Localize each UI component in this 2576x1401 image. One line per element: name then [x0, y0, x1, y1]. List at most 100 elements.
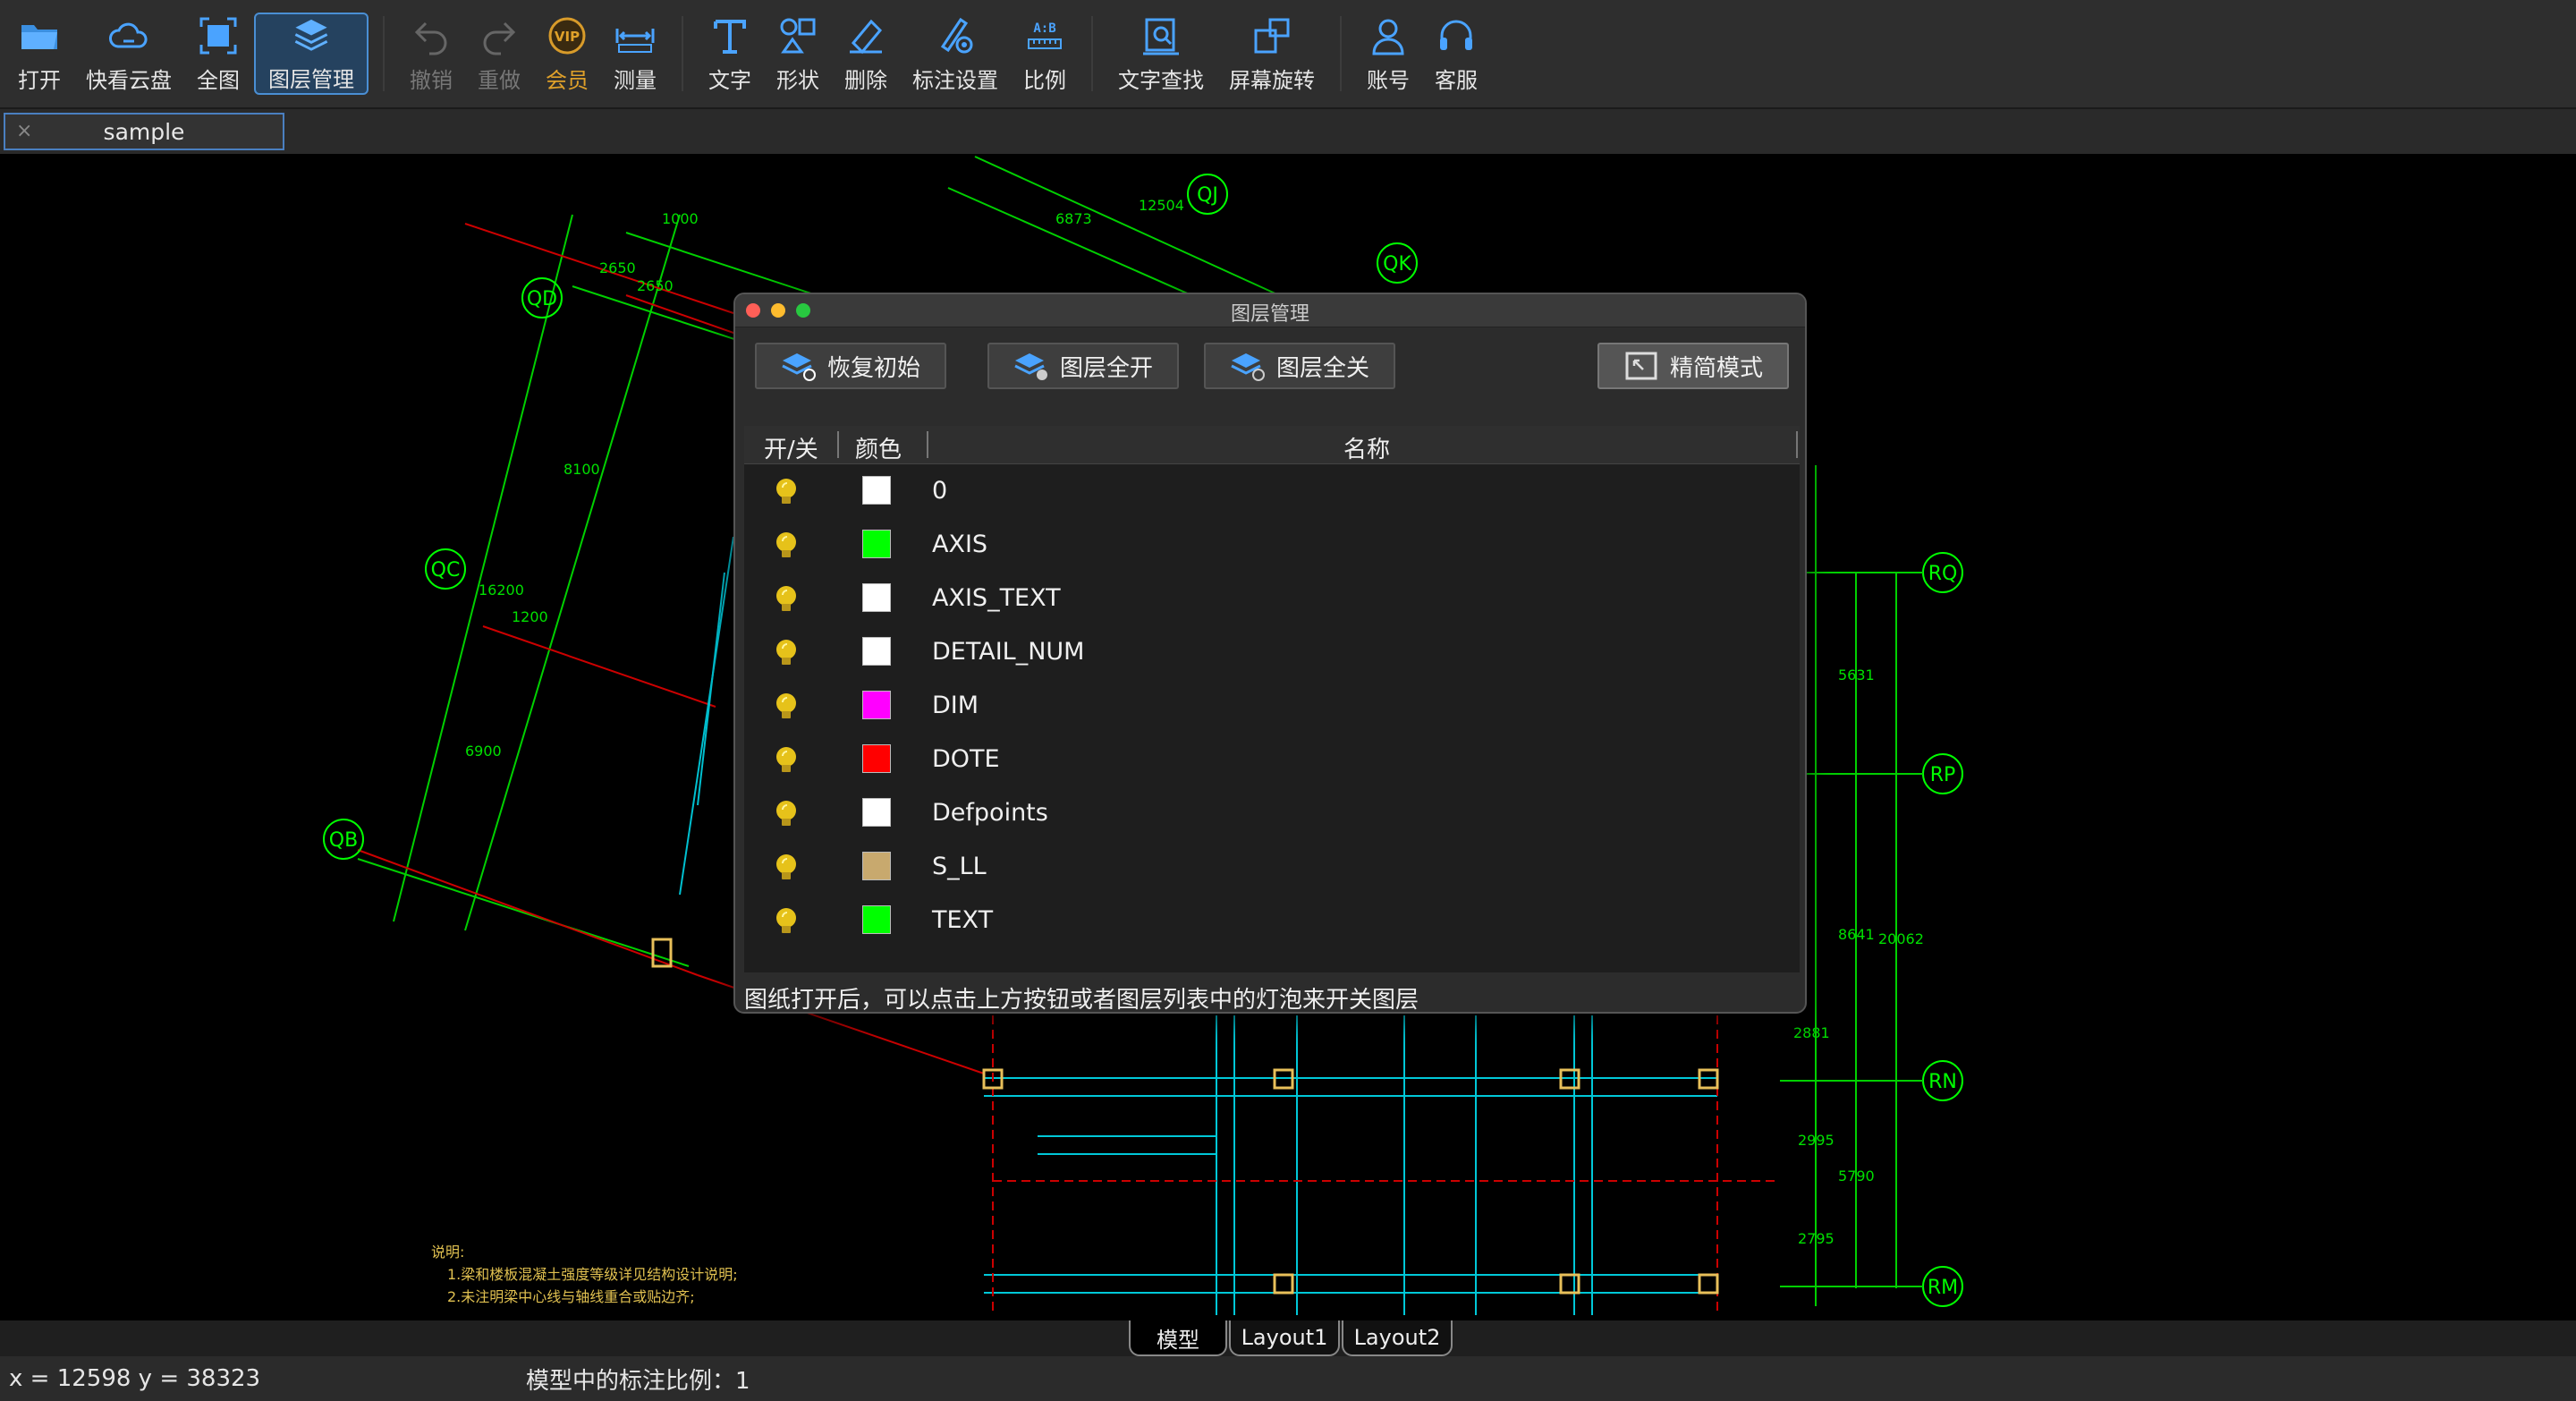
- layer-row[interactable]: DETAIL_NUM: [744, 625, 1800, 679]
- axis-label: RQ: [1928, 563, 1958, 585]
- lightbulb-icon[interactable]: [773, 906, 800, 937]
- annotation-settings-button[interactable]: 标注设置: [900, 0, 1011, 107]
- lightbulb-icon[interactable]: [773, 531, 800, 561]
- dimension-text: 16200: [479, 582, 524, 599]
- layer-name: AXIS_TEXT: [932, 584, 1061, 612]
- tab-layout1[interactable]: Layout1: [1229, 1320, 1340, 1356]
- lightbulb-icon[interactable]: [773, 745, 800, 776]
- text-icon: [714, 19, 746, 54]
- headset-icon: [1440, 20, 1472, 50]
- fit-view-icon: [199, 17, 237, 54]
- layer-row[interactable]: AXIS_TEXT: [744, 572, 1800, 625]
- column-color[interactable]: 颜色: [855, 431, 902, 464]
- notes-line: 1.梁和楼板混凝土强度等级详见结构设计说明;: [447, 1266, 738, 1283]
- text-search-icon: [1143, 18, 1179, 55]
- layer-name: Defpoints: [932, 799, 1048, 827]
- layer-row[interactable]: TEXT: [744, 894, 1800, 947]
- ruler-icon: [615, 28, 655, 53]
- toolbar-divider: [383, 16, 385, 91]
- scale-button[interactable]: A:B 比例: [1011, 0, 1079, 107]
- layer-color-swatch[interactable]: [862, 744, 891, 773]
- axis-label: QB: [329, 829, 358, 852]
- dimension-text: 20062: [1878, 930, 1924, 947]
- scale-icon: A:B: [1028, 21, 1062, 49]
- layers-icon: [294, 19, 328, 51]
- customer-service-button[interactable]: 客服: [1422, 0, 1490, 107]
- restore-defaults-button[interactable]: 恢复初始: [755, 343, 946, 389]
- layer-name: AXIS: [932, 531, 988, 558]
- layer-list[interactable]: 0 AXIS AXIS_TEXT DETAIL_NUM DIM DOTE Defpoints…: [744, 464, 1800, 972]
- cloud-drive-button[interactable]: 快看云盘: [73, 0, 184, 107]
- lightbulb-icon[interactable]: [773, 584, 800, 615]
- column-divider: [927, 431, 928, 458]
- layer-color-swatch[interactable]: [862, 691, 891, 719]
- document-tab-label: sample: [103, 118, 185, 145]
- dimension-text: 1200: [512, 608, 548, 625]
- vip-button[interactable]: VIP 会员: [533, 0, 601, 107]
- all-layers-off-button[interactable]: 图层全关: [1204, 343, 1395, 389]
- lightbulb-icon[interactable]: [773, 853, 800, 883]
- text-search-button[interactable]: 文字查找: [1106, 0, 1216, 107]
- layer-table-header: 开/关 颜色 名称: [744, 426, 1800, 464]
- text-button[interactable]: 文字: [696, 0, 764, 107]
- open-button[interactable]: 打开: [5, 0, 73, 107]
- layer-row[interactable]: AXIS: [744, 518, 1800, 572]
- all-layers-on-button[interactable]: 图层全开: [987, 343, 1179, 389]
- simple-mode-button[interactable]: 精简模式: [1597, 343, 1789, 389]
- layer-color-swatch[interactable]: [862, 476, 891, 505]
- rotate-screen-icon: [1254, 18, 1290, 53]
- dimension-text: 2881: [1793, 1024, 1830, 1041]
- layer-manager-button[interactable]: 图层管理: [254, 13, 369, 95]
- axis-label: QC: [431, 559, 461, 582]
- simple-mode-icon: [1625, 352, 1657, 380]
- layer-row[interactable]: DOTE: [744, 733, 1800, 786]
- delete-button[interactable]: 删除: [832, 0, 900, 107]
- layers-off-icon: [1231, 353, 1265, 381]
- column-name[interactable]: 名称: [1343, 431, 1390, 464]
- lightbulb-icon[interactable]: [773, 477, 800, 507]
- layer-name: DIM: [932, 692, 979, 719]
- layer-row[interactable]: DIM: [744, 679, 1800, 733]
- column-toggle[interactable]: 开/关: [764, 431, 818, 464]
- annotation-scale: 模型中的标注比例：1: [526, 1367, 750, 1395]
- tab-layout2[interactable]: Layout2: [1342, 1320, 1453, 1356]
- redo-button[interactable]: 重做: [465, 0, 533, 107]
- lightbulb-icon[interactable]: [773, 692, 800, 722]
- layer-name: DETAIL_NUM: [932, 638, 1085, 666]
- close-tab-icon[interactable]: ×: [16, 120, 32, 142]
- cursor-coordinates: x = 12598 y = 38323: [9, 1365, 261, 1392]
- document-tab[interactable]: × sample: [4, 113, 284, 150]
- shape-button[interactable]: 形状: [764, 0, 832, 107]
- undo-button[interactable]: 撤销: [397, 0, 465, 107]
- axis-label: RM: [1928, 1277, 1958, 1299]
- measure-button[interactable]: 测量: [601, 0, 669, 107]
- layout-tab-bar: 模型 Layout1 Layout2: [0, 1320, 2576, 1356]
- toolbar-divider: [1340, 16, 1342, 91]
- layer-manager-dialog: 图层管理 恢复初始 图层全开 图层全关 精简模式 开/关 颜色 名称 0 AXIS…: [733, 293, 1807, 1014]
- layer-color-swatch[interactable]: [862, 583, 891, 612]
- layer-row[interactable]: 0: [744, 464, 1800, 518]
- layer-row[interactable]: S_LL: [744, 840, 1800, 894]
- cloud-icon: [109, 22, 148, 47]
- fit-view-button[interactable]: 全图: [184, 0, 252, 107]
- tab-model[interactable]: 模型: [1129, 1320, 1227, 1356]
- main-toolbar: 打开 快看云盘 全图 图层管理 撤销 重做 VIP 会员 测量 文字 形状 删除…: [0, 0, 2576, 109]
- rotate-screen-button[interactable]: 屏幕旋转: [1216, 0, 1327, 107]
- axis-label: QK: [1383, 253, 1411, 276]
- layer-color-swatch[interactable]: [862, 798, 891, 827]
- toolbar-divider: [682, 16, 683, 91]
- layer-color-swatch[interactable]: [862, 637, 891, 666]
- vip-icon: VIP: [548, 17, 586, 54]
- lightbulb-icon[interactable]: [773, 638, 800, 668]
- dimension-text: 1000: [662, 210, 699, 227]
- account-button[interactable]: 账号: [1354, 0, 1422, 107]
- layer-color-swatch[interactable]: [862, 905, 891, 934]
- layer-color-swatch[interactable]: [862, 530, 891, 558]
- lightbulb-icon[interactable]: [773, 799, 800, 829]
- layer-name: S_LL: [932, 853, 987, 880]
- layer-color-swatch[interactable]: [862, 852, 891, 880]
- dialog-titlebar[interactable]: 图层管理: [735, 294, 1805, 327]
- folder-icon: [21, 24, 57, 49]
- layer-row[interactable]: Defpoints: [744, 786, 1800, 840]
- eraser-icon: [850, 19, 883, 54]
